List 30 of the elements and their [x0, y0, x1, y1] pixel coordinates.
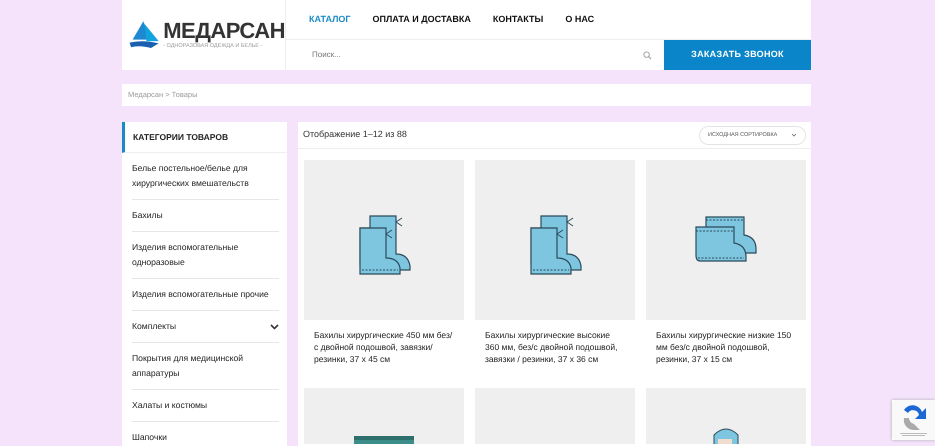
recaptcha-icon[interactable]: [892, 400, 935, 440]
nav-link[interactable]: КАТАЛОГ: [298, 8, 362, 30]
chevron-down-icon[interactable]: [270, 324, 279, 330]
category-link[interactable]: Комплекты: [132, 319, 176, 334]
logo-text: МЕДАРСАН: [163, 20, 285, 42]
sidebar-title: КАТЕГОРИИ ТОВАРОВ: [133, 130, 228, 144]
bootie-icon: [528, 214, 582, 276]
nav-link[interactable]: ОПЛАТА И ДОСТАВКА: [362, 8, 482, 30]
folded-item-icon: [354, 436, 414, 444]
category-link[interactable]: Изделия вспомогательные одноразовые: [132, 240, 279, 270]
category-link[interactable]: Покрытия для медицинской аппаратуры: [132, 351, 279, 381]
nav-link[interactable]: О НАС: [554, 8, 606, 30]
bootie-icon: [694, 216, 758, 262]
category-link[interactable]: Шапочки: [132, 430, 167, 445]
product-title[interactable]: Бахилы хирургические 450 мм без/с двойной подошвой, завязки/резинки, 37 х 45 см: [314, 329, 454, 365]
bootie-icon: [356, 214, 412, 276]
figure-in-suit-icon: [713, 428, 739, 444]
category-link[interactable]: Белье постельное/белье для хирургических вмешательств: [132, 161, 279, 191]
product-title[interactable]: Бахилы хирургические низкие 150 мм без/с двойной подошвой, резинки, 37 х 15 см: [656, 329, 796, 365]
search-field[interactable]: Поиск...: [310, 48, 643, 62]
caret-icon[interactable]: [791, 133, 797, 137]
category-link[interactable]: Изделия вспомогательные прочие: [132, 287, 269, 302]
result-count: Отображение 1–12 из 88: [303, 128, 407, 142]
search-icon[interactable]: [643, 50, 652, 60]
product-image[interactable]: [304, 388, 464, 444]
category-link[interactable]: Бахилы: [132, 208, 163, 223]
nav-link[interactable]: КОНТАКТЫ: [482, 8, 554, 30]
product-title[interactable]: Бахилы хирургические высокие 360 мм, без/с двойной подошвой, завязки / резинки, 37 х 36 см: [485, 329, 625, 365]
order-call-button[interactable]: ЗАКАЗАТЬ ЗВОНОК: [664, 40, 811, 70]
category-link[interactable]: Халаты и костюмы: [132, 398, 208, 413]
